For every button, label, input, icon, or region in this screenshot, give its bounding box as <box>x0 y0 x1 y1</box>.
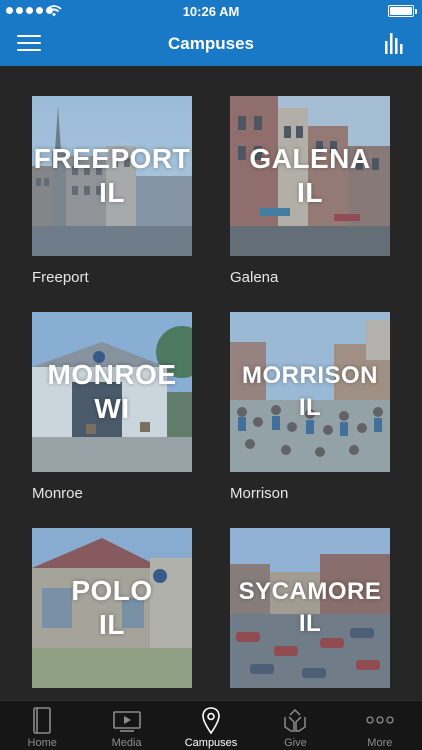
location-pin-icon <box>202 707 220 735</box>
tab-campuses[interactable]: Campuses <box>169 701 253 750</box>
campus-card-freeport[interactable]: FREEPORT IL Freeport <box>32 96 192 286</box>
campus-card-galena[interactable]: GALENA IL Galena <box>230 96 390 286</box>
campus-card-polo[interactable]: POLO IL <box>32 528 192 688</box>
status-bar: 10:26 AM <box>0 0 422 22</box>
book-icon <box>33 707 52 734</box>
page-title: Campuses <box>168 34 254 53</box>
bar-chart-icon[interactable] <box>384 31 406 55</box>
campus-image-monroe: MONROE WI <box>32 312 192 472</box>
campus-name: Monroe <box>32 485 83 502</box>
campus-name: Galena <box>230 269 279 286</box>
tile-title-line2: IL <box>298 610 322 637</box>
play-icon <box>112 711 141 732</box>
tile-title-line2: IL <box>297 177 323 208</box>
nav-bar: Campuses <box>0 22 422 66</box>
tab-home[interactable]: Home <box>0 701 84 750</box>
tab-label: Media <box>111 737 142 749</box>
tile-title-line1: GALENA <box>249 143 371 174</box>
campus-card-monroe[interactable]: MONROE WI Monroe <box>32 312 192 502</box>
more-dots-icon <box>366 716 394 724</box>
campus-image-sycamore: SYCAMORE IL <box>230 528 390 688</box>
tab-label: Give <box>284 737 307 749</box>
tile-title-line1: MONROE <box>47 359 177 390</box>
campus-card-sycamore[interactable]: SYCAMORE IL <box>230 528 390 688</box>
campus-name: Morrison <box>230 485 289 502</box>
hands-icon <box>284 708 307 732</box>
tile-title-line1: MORRISON <box>242 362 378 389</box>
tab-label: Home <box>27 737 57 749</box>
campus-image-polo: POLO IL <box>32 528 192 688</box>
campus-image-freeport: FREEPORT IL <box>32 96 192 256</box>
tab-bar: Home Media Campuses Give More <box>0 700 422 750</box>
tile-title-line2: IL <box>99 177 125 208</box>
tab-media[interactable]: Media <box>84 701 168 750</box>
tab-label: More <box>367 737 393 749</box>
status-time: 10:26 AM <box>182 4 240 19</box>
campus-image-morrison: MORRISON IL <box>230 312 390 472</box>
tab-more[interactable]: More <box>338 701 422 750</box>
campus-grid: FREEPORT IL Freeport GALENA IL Galena MO… <box>0 66 422 700</box>
battery-icon <box>388 5 417 17</box>
campus-image-galena: GALENA IL <box>230 96 390 256</box>
tile-title-line1: FREEPORT <box>33 143 191 174</box>
tile-title-line1: POLO <box>71 575 153 606</box>
campus-card-morrison[interactable]: MORRISON IL Morrison <box>230 312 390 502</box>
tab-give[interactable]: Give <box>253 701 337 750</box>
campus-name: Freeport <box>32 269 89 286</box>
tab-label: Campuses <box>184 737 238 749</box>
tile-title-line1: SYCAMORE <box>238 578 382 605</box>
tile-title-line2: WI <box>94 393 130 424</box>
tile-title-line2: IL <box>298 394 322 421</box>
tile-title-line2: IL <box>99 609 125 640</box>
